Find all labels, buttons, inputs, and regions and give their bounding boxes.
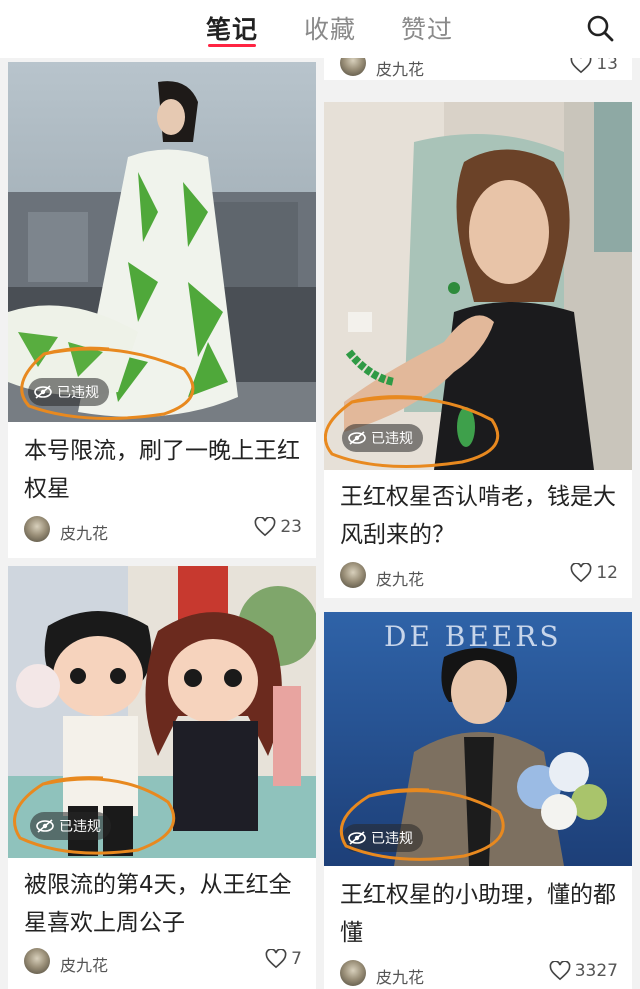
violation-badge: 已违规	[342, 824, 423, 852]
violation-badge: 已违规	[28, 378, 109, 406]
portrait-photo	[324, 102, 632, 470]
avatar[interactable]	[340, 58, 366, 76]
author-name[interactable]: 皮九花	[376, 58, 424, 80]
heart-icon	[570, 58, 592, 74]
like-button[interactable]: 12	[570, 563, 618, 583]
author-name[interactable]: 皮九花	[376, 964, 424, 988]
fashion-photo	[8, 62, 316, 422]
like-count: 13	[596, 58, 618, 74]
hidden-eye-icon	[34, 385, 52, 399]
badge-label: 已违规	[57, 385, 99, 401]
avatar[interactable]	[340, 960, 366, 986]
hidden-eye-icon	[36, 819, 54, 833]
note-cover-image[interactable]: DE BEERS 已违规	[324, 612, 632, 866]
note-cover-image[interactable]: 已违规	[8, 62, 316, 422]
note-title[interactable]: 被限流的第4天，从王红全星喜欢上周公子	[24, 866, 302, 942]
previous-card-footer[interactable]: 皮九花 13	[324, 58, 632, 80]
note-title[interactable]: 王红权星否认啃老，钱是大风刮来的？	[340, 478, 618, 554]
like-count: 3327	[574, 961, 618, 981]
avatar[interactable]	[24, 948, 50, 974]
badge-label: 已违规	[59, 819, 101, 835]
heart-icon	[254, 517, 276, 537]
note-cover-image[interactable]: 已违规	[8, 566, 316, 858]
note-card[interactable]: 已违规 王红权星否认啃老，钱是大风刮来的？ 皮九花 12	[324, 102, 632, 598]
like-button[interactable]: 3327	[549, 961, 618, 981]
heart-icon	[549, 961, 571, 981]
avatar[interactable]	[24, 516, 50, 542]
violation-badge: 已违规	[342, 424, 423, 452]
search-icon[interactable]	[584, 12, 616, 44]
author-name[interactable]: 皮九花	[60, 520, 108, 544]
hidden-eye-icon	[348, 831, 366, 845]
like-count: 12	[596, 563, 618, 583]
note-title[interactable]: 王红权星的小助理，懂的都懂	[340, 876, 618, 952]
badge-label: 已违规	[371, 831, 413, 847]
active-tab-indicator	[208, 44, 256, 47]
heart-icon	[570, 563, 592, 583]
note-card[interactable]: 已违规 被限流的第4天，从王红全星喜欢上周公子 皮九花 7	[8, 566, 316, 989]
badge-label: 已违规	[371, 431, 413, 447]
author-name[interactable]: 皮九花	[60, 952, 108, 976]
violation-badge: 已违规	[30, 812, 111, 840]
author-name[interactable]: 皮九花	[376, 566, 424, 590]
brand-sign: DE BEERS	[384, 620, 562, 653]
hidden-eye-icon	[348, 431, 366, 445]
like-button[interactable]: 23	[254, 517, 302, 537]
top-tab-bar: 笔记 收藏 赞过	[0, 0, 640, 58]
like-button[interactable]: 13	[570, 58, 618, 74]
like-count: 23	[280, 517, 302, 537]
note-card[interactable]: DE BEERS 已违规 王红权星的小助理，懂的都懂 皮九花 3327	[324, 612, 632, 989]
note-card[interactable]: 已违规 本号限流，刷了一晚上王红权星 皮九花 23	[8, 62, 316, 558]
tab-notes[interactable]: 笔记	[206, 10, 258, 46]
note-title[interactable]: 本号限流，刷了一晚上王红权星	[24, 432, 302, 508]
like-button[interactable]: 7	[265, 949, 302, 969]
like-count: 7	[291, 949, 302, 969]
tab-liked[interactable]: 赞过	[401, 10, 453, 46]
avatar[interactable]	[340, 562, 366, 588]
tab-favorites[interactable]: 收藏	[304, 10, 356, 46]
heart-icon	[265, 949, 287, 969]
note-cover-image[interactable]: 已违规	[324, 102, 632, 470]
